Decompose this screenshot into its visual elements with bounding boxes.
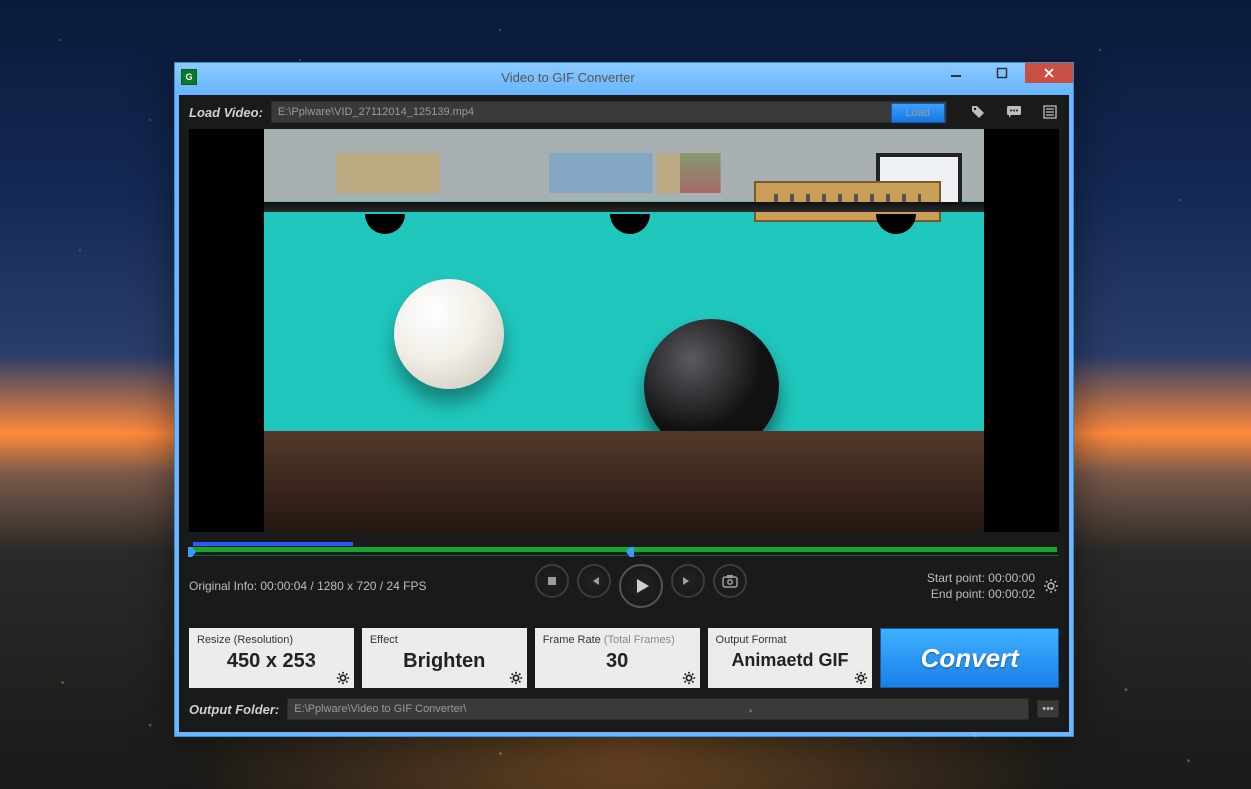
playback-controls: [427, 564, 856, 608]
list-icon[interactable]: [1041, 103, 1059, 121]
snapshot-button[interactable]: [713, 564, 747, 598]
app-icon: G: [181, 69, 197, 85]
close-button[interactable]: [1025, 63, 1073, 83]
output-folder-field[interactable]: E:\Pplware\Video to GIF Converter\: [287, 698, 1029, 720]
format-value: Animaetd GIF: [716, 650, 865, 671]
toolbar-icons: [969, 103, 1059, 121]
cue-ball: [394, 279, 504, 389]
clip-settings-icon[interactable]: [1043, 578, 1059, 594]
framerate-head: Frame Rate (Total Frames): [543, 634, 692, 646]
comment-icon[interactable]: [1005, 103, 1023, 121]
window-buttons: [933, 63, 1073, 91]
video-path-text: E:\Pplware\VID_27112014_125139.mp4: [278, 106, 474, 118]
timeline[interactable]: [189, 538, 1059, 556]
framerate-gear-icon[interactable]: [682, 671, 696, 685]
play-button[interactable]: [619, 564, 663, 608]
stop-button[interactable]: [535, 564, 569, 598]
load-button[interactable]: Load: [891, 103, 945, 123]
start-point: Start point: 00:00:00: [855, 570, 1035, 586]
effect-card[interactable]: Effect Brighten: [362, 628, 527, 688]
video-preview[interactable]: [189, 129, 1059, 532]
convert-button[interactable]: Convert: [880, 628, 1059, 688]
effect-gear-icon[interactable]: [509, 671, 523, 685]
prev-frame-button[interactable]: [577, 564, 611, 598]
original-info: Original Info: 00:00:04 / 1280 x 720 / 2…: [189, 579, 427, 593]
output-folder-label: Output Folder:: [189, 702, 279, 717]
titlebar[interactable]: G Video to GIF Converter: [175, 63, 1073, 91]
format-head: Output Format: [716, 634, 865, 646]
output-folder-text: E:\Pplware\Video to GIF Converter\: [294, 703, 466, 715]
resize-head: Resize (Resolution): [197, 634, 346, 646]
output-row: Output Folder: E:\Pplware\Video to GIF C…: [179, 688, 1069, 728]
video-path-field[interactable]: E:\Pplware\VID_27112014_125139.mp4 Load: [271, 101, 947, 123]
browse-output-button[interactable]: •••: [1037, 700, 1059, 718]
format-gear-icon[interactable]: [854, 671, 868, 685]
effect-value: Brighten: [370, 650, 519, 673]
resize-gear-icon[interactable]: [336, 671, 350, 685]
video-frame: [264, 129, 984, 532]
framerate-card[interactable]: Frame Rate (Total Frames) 30: [535, 628, 700, 688]
tag-icon[interactable]: [969, 103, 987, 121]
effect-head: Effect: [370, 634, 519, 646]
load-video-label: Load Video:: [189, 105, 263, 120]
minimize-button[interactable]: [933, 63, 979, 83]
resize-value: 450 x 253: [197, 650, 346, 673]
next-frame-button[interactable]: [671, 564, 705, 598]
end-point: End point: 00:00:02: [855, 586, 1035, 602]
maximize-button[interactable]: [979, 63, 1025, 83]
format-card[interactable]: Output Format Animaetd GIF: [708, 628, 873, 688]
load-row: Load Video: E:\Pplware\VID_27112014_1251…: [179, 95, 1069, 129]
resize-card[interactable]: Resize (Resolution) 450 x 253: [189, 628, 354, 688]
framerate-value: 30: [543, 650, 692, 673]
app-body: Load Video: E:\Pplware\VID_27112014_1251…: [179, 95, 1069, 732]
clip-points: Start point: 00:00:00 End point: 00:00:0…: [855, 570, 1035, 602]
transport-row: Original Info: 00:00:04 / 1280 x 720 / 2…: [179, 556, 1069, 620]
app-window: G Video to GIF Converter Load Video: E:\…: [174, 62, 1074, 737]
settings-cards: Resize (Resolution) 450 x 253 Effect Bri…: [179, 620, 1069, 688]
timeline-progress: [193, 542, 353, 546]
window-title: Video to GIF Converter: [203, 70, 933, 85]
